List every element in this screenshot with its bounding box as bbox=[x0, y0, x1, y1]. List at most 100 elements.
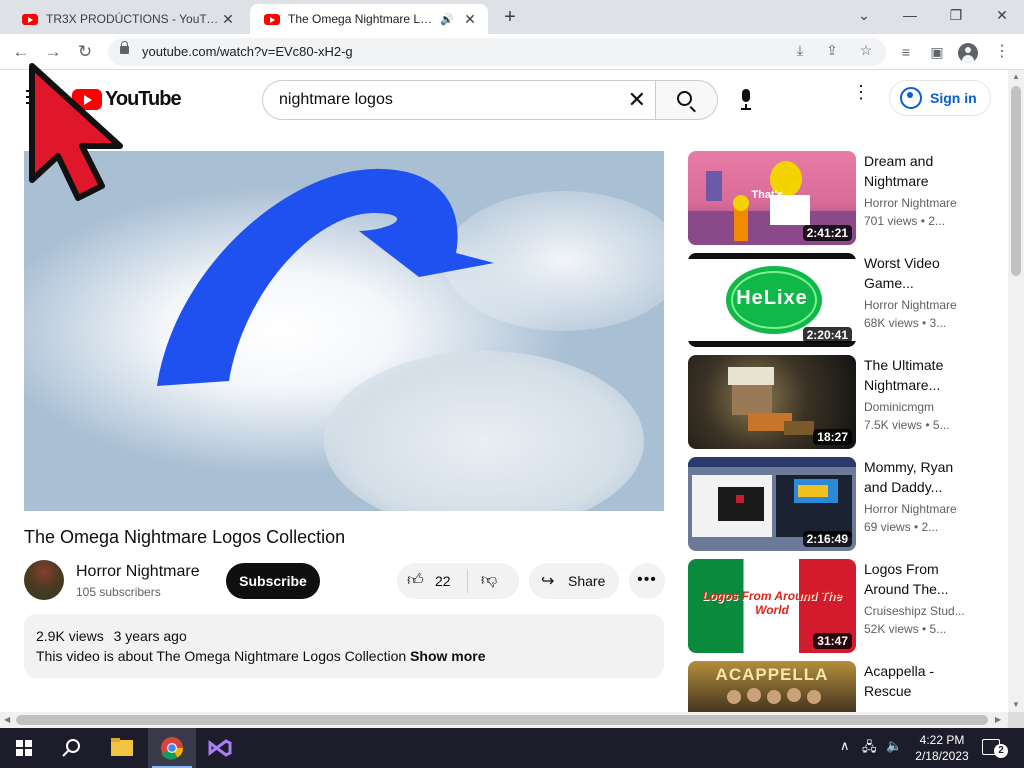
recommendation-item[interactable]: 18:27 The Ultimate Nightmare... Dominicm… bbox=[688, 355, 978, 449]
new-tab-button[interactable]: + bbox=[498, 6, 522, 29]
start-button[interactable] bbox=[0, 728, 48, 768]
upload-age: 3 years ago bbox=[113, 628, 187, 644]
search-icon bbox=[62, 739, 80, 757]
audio-playing-icon[interactable]: 🔊 bbox=[440, 13, 454, 26]
tab-title: The Omega Nightmare Logos bbox=[288, 12, 437, 26]
rec-title[interactable]: Worst Video Game... bbox=[864, 253, 974, 293]
rec-meta: 7.5K views • 5... bbox=[864, 418, 950, 432]
search-query[interactable]: nightmare logos bbox=[279, 91, 393, 109]
duration-badge: 31:47 bbox=[813, 633, 852, 649]
video-title: The Omega Nightmare Logos Collection bbox=[24, 527, 346, 547]
side-panel-icon[interactable]: ▣ bbox=[927, 42, 947, 62]
share-button[interactable]: ↪ Share bbox=[529, 563, 619, 599]
thumbs-down-icon[interactable]: 👎︎ bbox=[481, 571, 497, 590]
view-count: 2.9K views bbox=[36, 628, 104, 644]
sign-in-button[interactable]: Sign in bbox=[889, 80, 991, 116]
youtube-masthead: YouTube nightmare logos ✕ ⋮ Sign in bbox=[0, 72, 1008, 128]
network-icon[interactable]: 🖧 bbox=[862, 738, 877, 760]
rec-channel[interactable]: Cruiseshipz Stud... bbox=[864, 604, 974, 618]
rec-title[interactable]: Dream and Nightmare bbox=[864, 151, 974, 191]
tab-omega-nightmare[interactable]: The Omega Nightmare Logos 🔊 ✕ bbox=[250, 4, 488, 34]
clear-search-icon[interactable]: ✕ bbox=[628, 87, 646, 113]
description-text: This video is about The Omega Nightmare … bbox=[36, 648, 486, 664]
duration-badge: 2:41:21 bbox=[802, 225, 852, 241]
clock-date: 2/18/2023 bbox=[915, 749, 969, 763]
close-icon[interactable]: ✕ bbox=[462, 11, 478, 28]
rec-meta: 69 views • 2... bbox=[864, 520, 939, 534]
subscribe-button[interactable]: Subscribe bbox=[226, 563, 320, 599]
settings-kebab-icon[interactable]: ⋮ bbox=[852, 83, 870, 101]
more-actions-button[interactable]: ••• bbox=[629, 563, 665, 599]
volume-icon[interactable]: 🔈 bbox=[886, 738, 902, 754]
share-icon[interactable]: ⇪ bbox=[822, 42, 842, 59]
channel-avatar[interactable] bbox=[24, 560, 64, 600]
youtube-favicon-icon bbox=[264, 13, 280, 25]
youtube-favicon-icon bbox=[22, 13, 38, 25]
show-more-link[interactable]: Show more bbox=[410, 648, 485, 664]
voice-search-icon[interactable] bbox=[738, 89, 754, 111]
close-icon[interactable]: ✕ bbox=[220, 11, 236, 28]
taskbar-clock[interactable]: 4:22 PM 2/18/2023 bbox=[912, 732, 972, 764]
rec-title[interactable]: Acappella - Rescue bbox=[864, 661, 974, 701]
tab-title: TR3X PRODÚCTIONS - YouTube bbox=[46, 12, 220, 26]
subscriber-count: 105 subscribers bbox=[76, 585, 161, 599]
install-app-icon[interactable]: ⤓ bbox=[790, 42, 810, 59]
rec-title[interactable]: Mommy, Ryan and Daddy... bbox=[864, 457, 974, 497]
url-text[interactable]: youtube.com/watch?v=EVc80-xH2-g bbox=[142, 44, 353, 59]
recommendation-item[interactable]: HeLixe 2:20:41 Worst Video Game... Horro… bbox=[688, 253, 978, 347]
channel-name[interactable]: Horror Nightmare bbox=[76, 563, 200, 581]
close-window-button[interactable]: ✕ bbox=[988, 4, 1016, 26]
media-control-icon[interactable]: ≡ bbox=[896, 42, 916, 62]
tab-search-icon[interactable]: ⌄ bbox=[850, 4, 878, 26]
like-count[interactable]: 22 bbox=[435, 573, 451, 589]
video-thumbnail[interactable]: ACAPPELLA bbox=[688, 661, 856, 712]
rec-channel[interactable]: Dominicmgm bbox=[864, 400, 974, 414]
search-input[interactable]: nightmare logos ✕ bbox=[262, 80, 656, 120]
recommendation-item[interactable]: ACAPPELLA Acappella - Rescue bbox=[688, 661, 978, 712]
chrome-taskbar-button[interactable] bbox=[148, 728, 196, 768]
thumbs-up-icon[interactable]: 👍︎ bbox=[407, 571, 424, 590]
scroll-down-icon[interactable]: ▼ bbox=[1012, 700, 1020, 709]
address-bar[interactable]: youtube.com/watch?v=EVc80-xH2-g ⤓ ⇪ ☆ bbox=[108, 38, 886, 66]
description-box[interactable]: 2.9K views 3 years ago This video is abo… bbox=[24, 614, 664, 678]
tab-tr3x[interactable]: TR3X PRODÚCTIONS - YouTube ✕ bbox=[8, 4, 246, 34]
browser-toolbar: ← → ↻ youtube.com/watch?v=EVc80-xH2-g ⤓ … bbox=[0, 34, 1024, 70]
browser-menu-icon[interactable]: ⋮ bbox=[992, 42, 1012, 62]
video-thumbnail[interactable]: 18:27 bbox=[688, 355, 856, 449]
video-thumbnail[interactable]: Logos From Around The World 31:47 bbox=[688, 559, 856, 653]
video-thumbnail[interactable]: 2:16:49 bbox=[688, 457, 856, 551]
vertical-scroll-thumb[interactable] bbox=[1011, 86, 1021, 276]
recommendation-item[interactable]: That's... 2:41:21 Dream and Nightmare Ho… bbox=[688, 151, 978, 245]
video-thumbnail[interactable]: HeLixe 2:20:41 bbox=[688, 253, 856, 347]
file-explorer-button[interactable] bbox=[98, 728, 146, 768]
search-icon bbox=[677, 91, 692, 106]
horizontal-scrollbar[interactable]: ◀ ▶ bbox=[0, 712, 1008, 728]
scroll-up-icon[interactable]: ▲ bbox=[1012, 72, 1020, 81]
thumbnail-text: That's... bbox=[751, 189, 793, 201]
restore-button[interactable]: ❐ bbox=[942, 4, 970, 26]
windows-logo-icon bbox=[16, 740, 32, 756]
search-button[interactable] bbox=[655, 80, 718, 120]
scroll-left-icon[interactable]: ◀ bbox=[4, 715, 10, 724]
rec-channel[interactable]: Horror Nightmare bbox=[864, 196, 974, 210]
profile-avatar-icon[interactable] bbox=[958, 43, 978, 63]
rec-channel[interactable]: Horror Nightmare bbox=[864, 502, 974, 516]
taskbar-search-button[interactable] bbox=[48, 728, 96, 768]
rec-channel[interactable]: Horror Nightmare bbox=[864, 298, 974, 312]
minimize-button[interactable]: — bbox=[896, 4, 924, 26]
rec-title[interactable]: Logos From Around The... bbox=[864, 559, 974, 599]
visual-studio-button[interactable] bbox=[196, 728, 244, 768]
rec-title[interactable]: The Ultimate Nightmare... bbox=[864, 355, 974, 395]
lock-icon[interactable] bbox=[120, 41, 129, 54]
show-hidden-icons-icon[interactable]: ∧ bbox=[840, 738, 850, 754]
video-thumbnail[interactable]: That's... 2:41:21 bbox=[688, 151, 856, 245]
rec-meta: 52K views • 5... bbox=[864, 622, 947, 636]
horizontal-scroll-thumb[interactable] bbox=[16, 715, 988, 725]
share-label: Share bbox=[568, 573, 606, 589]
recommendation-item[interactable]: Logos From Around The World 31:47 Logos … bbox=[688, 559, 978, 653]
bookmark-star-icon[interactable]: ☆ bbox=[856, 42, 876, 59]
scroll-right-icon[interactable]: ▶ bbox=[995, 715, 1001, 724]
recommendation-item[interactable]: 2:16:49 Mommy, Ryan and Daddy... Horror … bbox=[688, 457, 978, 551]
chrome-icon bbox=[152, 737, 192, 768]
vertical-scrollbar[interactable]: ▲ ▼ bbox=[1008, 70, 1024, 712]
